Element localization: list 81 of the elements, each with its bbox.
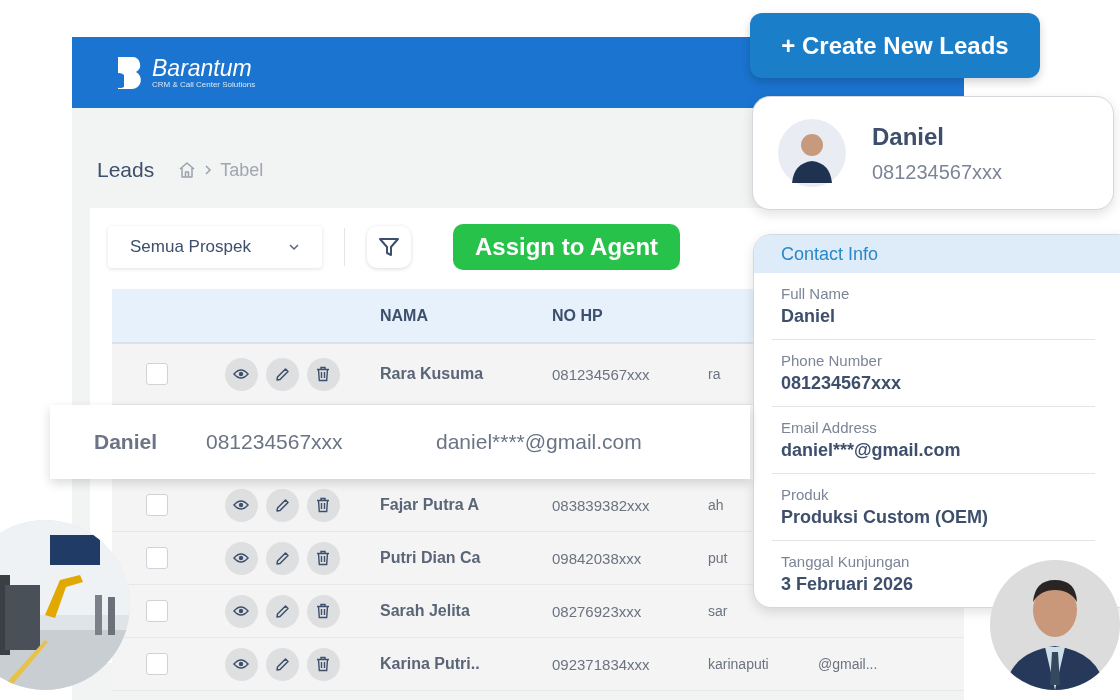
field-value: Daniel bbox=[781, 306, 837, 327]
table-cell-text: Sarah Jelita bbox=[379, 602, 471, 620]
row-checkbox[interactable] bbox=[146, 600, 168, 622]
pencil-icon bbox=[274, 656, 290, 672]
row-checkbox[interactable] bbox=[146, 547, 168, 569]
field-label: Phone Number bbox=[781, 352, 883, 369]
prospect-dropdown[interactable]: Semua Prospek bbox=[108, 226, 322, 268]
page-title: Leads bbox=[97, 158, 155, 182]
field-value: 081234567xxx bbox=[781, 373, 903, 394]
column-header: NAMA bbox=[379, 306, 429, 325]
view-button[interactable] bbox=[224, 594, 258, 628]
table-cell-text: 092371834xxx bbox=[551, 655, 651, 673]
field-value: 3 Februari 2026 bbox=[781, 574, 915, 595]
contact-phone: 081234567xxx bbox=[872, 160, 1003, 184]
delete-button[interactable] bbox=[306, 357, 340, 391]
eye-icon bbox=[233, 658, 249, 670]
edit-button[interactable] bbox=[265, 357, 299, 391]
view-button[interactable] bbox=[224, 488, 258, 522]
edit-button[interactable] bbox=[265, 541, 299, 575]
trash-icon bbox=[316, 656, 330, 672]
filter-icon bbox=[378, 236, 400, 258]
table-cell-text: 081234567xxx bbox=[206, 430, 344, 454]
pencil-icon bbox=[274, 603, 290, 619]
brand-tagline: CRM & Call Center Solutions bbox=[152, 80, 256, 89]
pencil-icon bbox=[274, 497, 290, 513]
delete-button[interactable] bbox=[306, 594, 340, 628]
table-cell-text: Karina Putri.. bbox=[379, 655, 481, 673]
table-cell-text: sar bbox=[707, 603, 729, 619]
eye-icon bbox=[233, 368, 249, 380]
table-cell-text: 08276923xxx bbox=[551, 602, 643, 620]
table-cell-text: 083839382xxx bbox=[551, 496, 651, 514]
table-cell-text: karinaputi bbox=[707, 656, 770, 672]
chevron-down-icon bbox=[288, 243, 300, 251]
avatar bbox=[778, 119, 846, 187]
trash-icon bbox=[316, 550, 330, 566]
table-cell-text: Putri Dian Ca bbox=[379, 549, 482, 567]
view-button[interactable] bbox=[224, 357, 258, 391]
table-cell-text: 09842038xxx bbox=[551, 549, 643, 567]
edit-button[interactable] bbox=[265, 647, 299, 681]
field-value: daniel***@gmail.com bbox=[781, 440, 962, 461]
highlighted-row[interactable]: Daniel 081234567xxx daniel****@gmail.com bbox=[50, 405, 750, 479]
pencil-icon bbox=[274, 550, 290, 566]
row-checkbox[interactable] bbox=[146, 363, 168, 385]
table-cell-text: Rara Kusuma bbox=[379, 365, 485, 383]
view-button[interactable] bbox=[224, 647, 258, 681]
delete-button[interactable] bbox=[306, 488, 340, 522]
brand-name: Barantum bbox=[152, 56, 253, 80]
table-cell: daniel****@gmail.com bbox=[436, 430, 642, 454]
eye-icon bbox=[233, 605, 249, 617]
table-cell-text: @gmail... bbox=[817, 656, 879, 672]
column-header: NO HP bbox=[551, 306, 604, 325]
trash-icon bbox=[316, 366, 330, 382]
field-label: Tanggal Kunjungan bbox=[781, 553, 911, 570]
pencil-icon bbox=[274, 366, 290, 382]
edit-button[interactable] bbox=[265, 594, 299, 628]
field-value: Produksi Custom (OEM) bbox=[781, 507, 989, 528]
table-cell-text: 081234567xxx bbox=[551, 365, 651, 383]
eye-icon bbox=[233, 552, 249, 564]
delete-button[interactable] bbox=[306, 541, 340, 575]
row-checkbox[interactable] bbox=[146, 653, 168, 675]
filter-button[interactable] bbox=[367, 226, 411, 268]
view-button[interactable] bbox=[224, 541, 258, 575]
edit-button[interactable] bbox=[265, 488, 299, 522]
field-label: Full Name bbox=[781, 285, 851, 302]
trash-icon bbox=[316, 603, 330, 619]
breadcrumb-item[interactable]: Tabel bbox=[220, 159, 264, 181]
assign-to-agent-button[interactable]: Assign to Agent bbox=[453, 224, 681, 270]
table-cell-text: Fajar Putra A bbox=[379, 496, 480, 514]
eye-icon bbox=[233, 499, 249, 511]
chevron-right-icon bbox=[204, 164, 213, 176]
row-checkbox[interactable] bbox=[146, 494, 168, 516]
field-label: Email Address bbox=[781, 419, 878, 436]
table-cell-text: ra bbox=[707, 366, 722, 382]
panel-title: Contact Info bbox=[781, 243, 879, 265]
create-new-leads-button[interactable]: + Create New Leads bbox=[750, 13, 1040, 78]
table-cell-text: Daniel bbox=[93, 430, 159, 454]
contact-name: Daniel bbox=[872, 122, 946, 151]
table-cell-text: ah bbox=[707, 497, 725, 513]
delete-button[interactable] bbox=[306, 647, 340, 681]
trash-icon bbox=[316, 497, 330, 513]
field-label: Produk bbox=[781, 486, 830, 503]
